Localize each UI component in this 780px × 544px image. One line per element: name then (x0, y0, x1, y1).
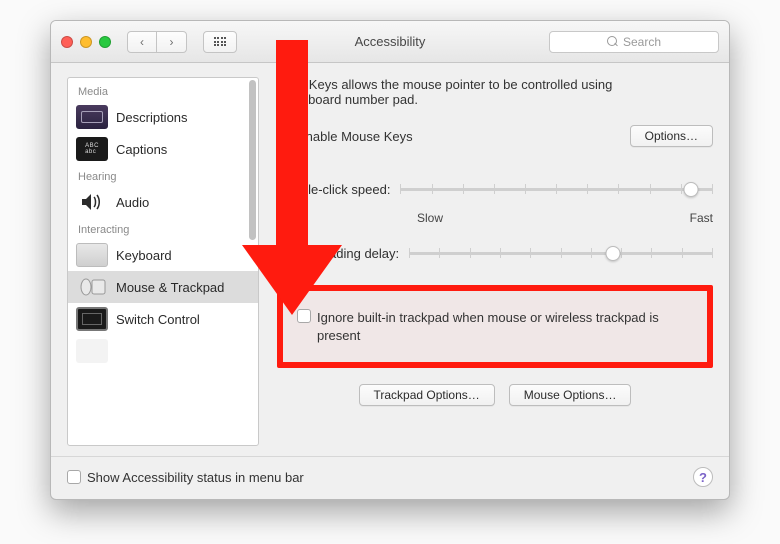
mouse-options-button[interactable]: Mouse Options… (509, 384, 632, 406)
enable-mouse-keys-label: Enable Mouse Keys (297, 129, 413, 144)
titlebar: ‹ › Accessibility Search (51, 21, 729, 63)
sidebar-item-audio[interactable]: Audio (68, 186, 258, 218)
options-button[interactable]: Options… (630, 125, 713, 147)
keyboard-icon (76, 243, 108, 267)
double-click-label: Double-click speed: (277, 182, 390, 197)
zoom-icon[interactable] (99, 36, 111, 48)
mouse-icon (76, 275, 108, 299)
descriptions-icon (76, 105, 108, 129)
sidebar-item-label: Captions (116, 142, 167, 157)
slider-slow-label: Slow (417, 211, 443, 225)
sidebar-item-descriptions[interactable]: Descriptions (68, 101, 258, 133)
spring-loading-label: Spring-loading delay: (277, 246, 399, 261)
content-area: Media Descriptions ABCabc Captions Heari… (51, 63, 729, 446)
spring-loading-slider[interactable] (409, 241, 713, 265)
accessibility-prefs-window: ‹ › Accessibility Search Media Descri (50, 20, 730, 500)
sidebar: Media Descriptions ABCabc Captions Heari… (67, 77, 259, 446)
ignore-trackpad-label: Ignore built-in trackpad when mouse or w… (317, 309, 693, 344)
sidebar-item-label: Audio (116, 195, 149, 210)
search-placeholder: Search (623, 35, 661, 49)
sidebar-group-hearing: Hearing (68, 165, 258, 186)
show-status-label: Show Accessibility status in menu bar (87, 470, 304, 485)
sidebar-item-captions[interactable]: ABCabc Captions (68, 133, 258, 165)
sidebar-item-label: Mouse & Trackpad (116, 280, 224, 295)
highlight-annotation: Ignore built-in trackpad when mouse or w… (277, 285, 713, 368)
chevron-left-icon: ‹ (140, 35, 144, 49)
window-footer: Show Accessibility status in menu bar ? (51, 456, 729, 499)
sidebar-group-media: Media (68, 80, 258, 101)
minimize-icon[interactable] (80, 36, 92, 48)
sidebar-group-interacting: Interacting (68, 218, 258, 239)
detail-pane: ouse Keys allows the mouse pointer to be… (259, 77, 713, 446)
sidebar-item-overflow[interactable] (68, 335, 258, 367)
sidebar-item-keyboard[interactable]: Keyboard (68, 239, 258, 271)
show-status-checkbox[interactable] (67, 470, 81, 484)
forward-button[interactable]: › (157, 31, 187, 53)
search-icon (607, 36, 618, 47)
help-button[interactable]: ? (693, 467, 713, 487)
grid-icon (214, 37, 227, 46)
ignore-trackpad-checkbox[interactable] (297, 309, 311, 323)
show-all-button[interactable] (203, 31, 237, 53)
enable-mouse-keys-checkbox[interactable] (277, 129, 291, 143)
window-controls (61, 36, 111, 48)
back-button[interactable]: ‹ (127, 31, 157, 53)
sidebar-item-label: Switch Control (116, 312, 200, 327)
search-field[interactable]: Search (549, 31, 719, 53)
captions-icon: ABCabc (76, 137, 108, 161)
chevron-right-icon: › (170, 35, 174, 49)
switch-icon (76, 307, 108, 331)
nav-segment: ‹ › (127, 31, 187, 53)
trackpad-options-button[interactable]: Trackpad Options… (359, 384, 495, 406)
generic-icon (76, 339, 108, 363)
mouse-keys-description: ouse Keys allows the mouse pointer to be… (277, 77, 713, 107)
scrollbar[interactable] (249, 80, 256, 240)
speaker-icon (76, 190, 108, 214)
sidebar-item-mouse-trackpad[interactable]: Mouse & Trackpad (68, 271, 258, 303)
sidebar-item-label: Descriptions (116, 110, 188, 125)
slider-fast-label: Fast (690, 211, 713, 225)
sidebar-item-label: Keyboard (116, 248, 172, 263)
close-icon[interactable] (61, 36, 73, 48)
sidebar-item-switch-control[interactable]: Switch Control (68, 303, 258, 335)
double-click-slider[interactable] (400, 177, 713, 201)
